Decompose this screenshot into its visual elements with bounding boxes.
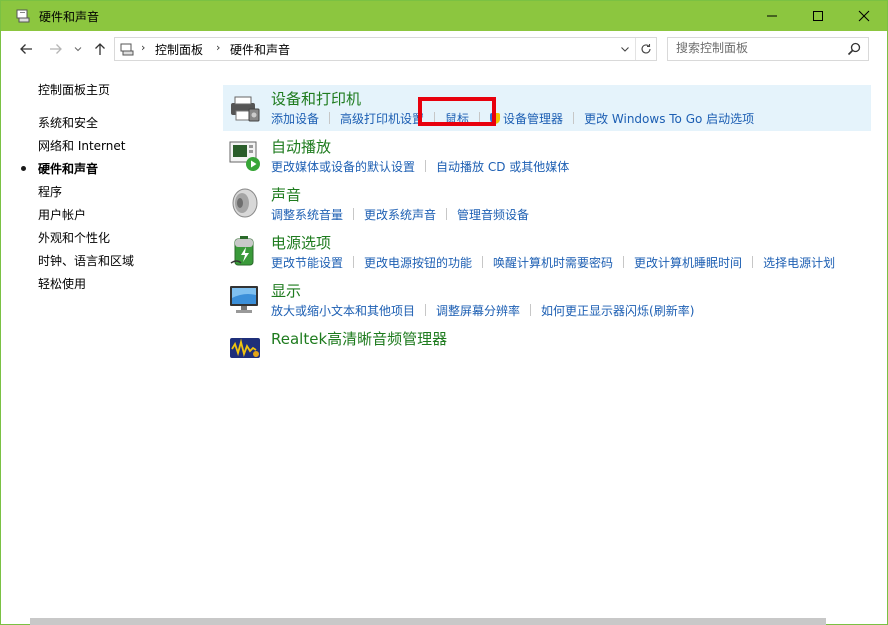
up-button[interactable] xyxy=(91,40,109,58)
close-icon xyxy=(858,10,870,22)
link-add-device[interactable]: 添加设备 xyxy=(271,112,319,126)
link-advanced-printer-setup[interactable]: 高级打印机设置 xyxy=(340,112,424,126)
refresh-button[interactable] xyxy=(635,38,656,60)
close-button[interactable] xyxy=(841,1,887,31)
sidebar-item-hardware-sound[interactable]: 硬件和声音 xyxy=(38,160,98,177)
sidebar-item-network-internet[interactable]: 网络和 Internet xyxy=(38,137,125,154)
forward-button[interactable] xyxy=(47,40,65,58)
section-title-realtek-audio[interactable]: Realtek高清晰音频管理器 xyxy=(271,328,447,349)
realtek-audio-icon xyxy=(230,338,260,358)
breadcrumb-control-panel[interactable]: 控制面板 xyxy=(155,41,203,58)
link-separator xyxy=(353,256,355,268)
search-box[interactable] xyxy=(667,37,869,61)
arrow-right-icon xyxy=(50,44,62,54)
section-links-sound: 调整系统音量 更改系统声音 管理音频设备 xyxy=(271,206,529,223)
link-windows-to-go[interactable]: 更改 Windows To Go 启动选项 xyxy=(584,112,754,126)
search-input[interactable] xyxy=(668,38,844,58)
monitor-icon xyxy=(230,286,258,313)
arrow-left-icon xyxy=(20,44,32,54)
link-separator xyxy=(353,208,355,220)
link-separator xyxy=(446,208,448,220)
maximize-icon xyxy=(813,11,823,21)
link-change-system-sounds[interactable]: 更改系统声音 xyxy=(364,208,436,222)
maximize-button[interactable] xyxy=(795,1,841,31)
sidebar-item-user-accounts[interactable]: 用户帐户 xyxy=(38,206,86,223)
section-links-autoplay: 更改媒体或设备的默认设置 自动播放 CD 或其他媒体 xyxy=(271,158,569,175)
link-device-manager[interactable]: 设备管理器 xyxy=(503,112,563,126)
refresh-icon xyxy=(641,44,651,54)
section-sound: 声音 调整系统音量 更改系统声音 管理音频设备 xyxy=(223,181,871,227)
control-panel-window: 硬件和声音 › 控制面板 › 硬件和声音 搜索控制面板 控制面板主页 系统和安全… xyxy=(0,0,888,625)
window-title: 硬件和声音 xyxy=(39,10,100,24)
link-change-media-defaults[interactable]: 更改媒体或设备的默认设置 xyxy=(271,160,415,174)
link-separator xyxy=(623,256,625,268)
link-resize-text[interactable]: 放大或缩小文本和其他项目 xyxy=(271,304,415,318)
control-panel-location-icon xyxy=(120,43,134,56)
link-change-sleep-time[interactable]: 更改计算机睡眠时间 xyxy=(634,256,742,270)
sidebar-item-appearance[interactable]: 外观和个性化 xyxy=(38,229,110,246)
battery-icon xyxy=(230,236,254,266)
arrow-up-icon xyxy=(95,43,105,55)
link-separator xyxy=(530,304,532,316)
link-choose-power-plan[interactable]: 选择电源计划 xyxy=(763,256,835,270)
printer-icon xyxy=(231,96,260,122)
section-links-power-options: 更改节能设置 更改电源按钮的功能 唤醒计算机时需要密码 更改计算机睡眠时间 选择电源计划 xyxy=(271,254,835,271)
link-separator xyxy=(482,256,484,268)
minimize-icon xyxy=(767,15,777,17)
section-title-devices-printers[interactable]: 设备和打印机 xyxy=(271,88,361,109)
breadcrumb-hardware-sound[interactable]: 硬件和声音 xyxy=(230,41,290,58)
sidebar-item-ease-of-access[interactable]: 轻松使用 xyxy=(38,275,86,292)
sidebar-item-control-panel-home[interactable]: 控制面板主页 xyxy=(38,81,110,98)
sidebar: 控制面板主页 系统和安全 网络和 Internet 硬件和声音 程序 用户帐户 … xyxy=(1,65,211,605)
back-button[interactable] xyxy=(17,40,35,58)
chevron-down-icon xyxy=(621,47,629,52)
minimize-button[interactable] xyxy=(749,1,795,31)
section-autoplay: 自动播放 更改媒体或设备的默认设置 自动播放 CD 或其他媒体 xyxy=(223,133,871,179)
link-separator xyxy=(329,112,331,124)
section-power-options: 电源选项 更改节能设置 更改电源按钮的功能 唤醒计算机时需要密码 更改计算机睡眠时间 选… xyxy=(223,229,871,275)
chevron-down-icon xyxy=(74,47,82,52)
section-title-power-options[interactable]: 电源选项 xyxy=(271,232,331,253)
search-icon[interactable] xyxy=(846,41,862,57)
link-manage-audio-devices[interactable]: 管理音频设备 xyxy=(457,208,529,222)
address-bar[interactable]: › 控制面板 › 硬件和声音 xyxy=(114,37,657,61)
section-links-devices-printers: 添加设备 高级打印机设置 鼠标 设备管理器 更改 Windows To Go 启动选项 xyxy=(271,110,754,127)
link-autoplay-cd[interactable]: 自动播放 CD 或其他媒体 xyxy=(436,160,569,174)
navigation-bar: › 控制面板 › 硬件和声音 xyxy=(1,31,887,65)
current-item-bullet-icon xyxy=(21,166,26,171)
link-adjust-volume[interactable]: 调整系统音量 xyxy=(271,208,343,222)
section-realtek-audio: Realtek高清晰音频管理器 xyxy=(223,325,871,371)
link-separator xyxy=(425,160,427,172)
link-separator xyxy=(425,304,427,316)
speaker-icon xyxy=(232,188,258,218)
section-title-autoplay[interactable]: 自动播放 xyxy=(271,136,331,157)
section-links-display: 放大或缩小文本和其他项目 调整屏幕分辨率 如何更正显示器闪烁(刷新率) xyxy=(271,302,694,319)
section-title-sound[interactable]: 声音 xyxy=(271,184,301,205)
link-adjust-resolution[interactable]: 调整屏幕分辨率 xyxy=(436,304,520,318)
link-require-password-wake[interactable]: 唤醒计算机时需要密码 xyxy=(493,256,613,270)
link-fix-flicker[interactable]: 如何更正显示器闪烁(刷新率) xyxy=(541,304,694,318)
red-highlight-box xyxy=(418,97,496,126)
title-bar[interactable]: 硬件和声音 xyxy=(1,1,887,31)
section-title-display[interactable]: 显示 xyxy=(271,280,301,301)
link-change-power-saving[interactable]: 更改节能设置 xyxy=(271,256,343,270)
control-panel-app-icon xyxy=(16,9,30,23)
link-separator xyxy=(573,112,575,124)
sidebar-item-clock-language-region[interactable]: 时钟、语言和区域 xyxy=(38,252,134,269)
link-change-power-button[interactable]: 更改电源按钮的功能 xyxy=(364,256,472,270)
window-bottom-shadow xyxy=(30,618,826,625)
recent-locations-button[interactable] xyxy=(73,40,83,58)
breadcrumb-separator-icon: › xyxy=(141,41,146,54)
breadcrumb-separator-icon: › xyxy=(216,41,221,54)
address-dropdown-button[interactable] xyxy=(615,38,635,60)
section-devices-printers: 设备和打印机 添加设备 高级打印机设置 鼠标 设备管理器 更改 Windows To G… xyxy=(223,85,871,131)
sidebar-item-programs[interactable]: 程序 xyxy=(38,183,62,200)
section-display: 显示 放大或缩小文本和其他项目 调整屏幕分辨率 如何更正显示器闪烁(刷新率) xyxy=(223,277,871,323)
sidebar-item-system-security[interactable]: 系统和安全 xyxy=(38,114,98,131)
autoplay-icon xyxy=(229,141,260,171)
link-separator xyxy=(752,256,754,268)
